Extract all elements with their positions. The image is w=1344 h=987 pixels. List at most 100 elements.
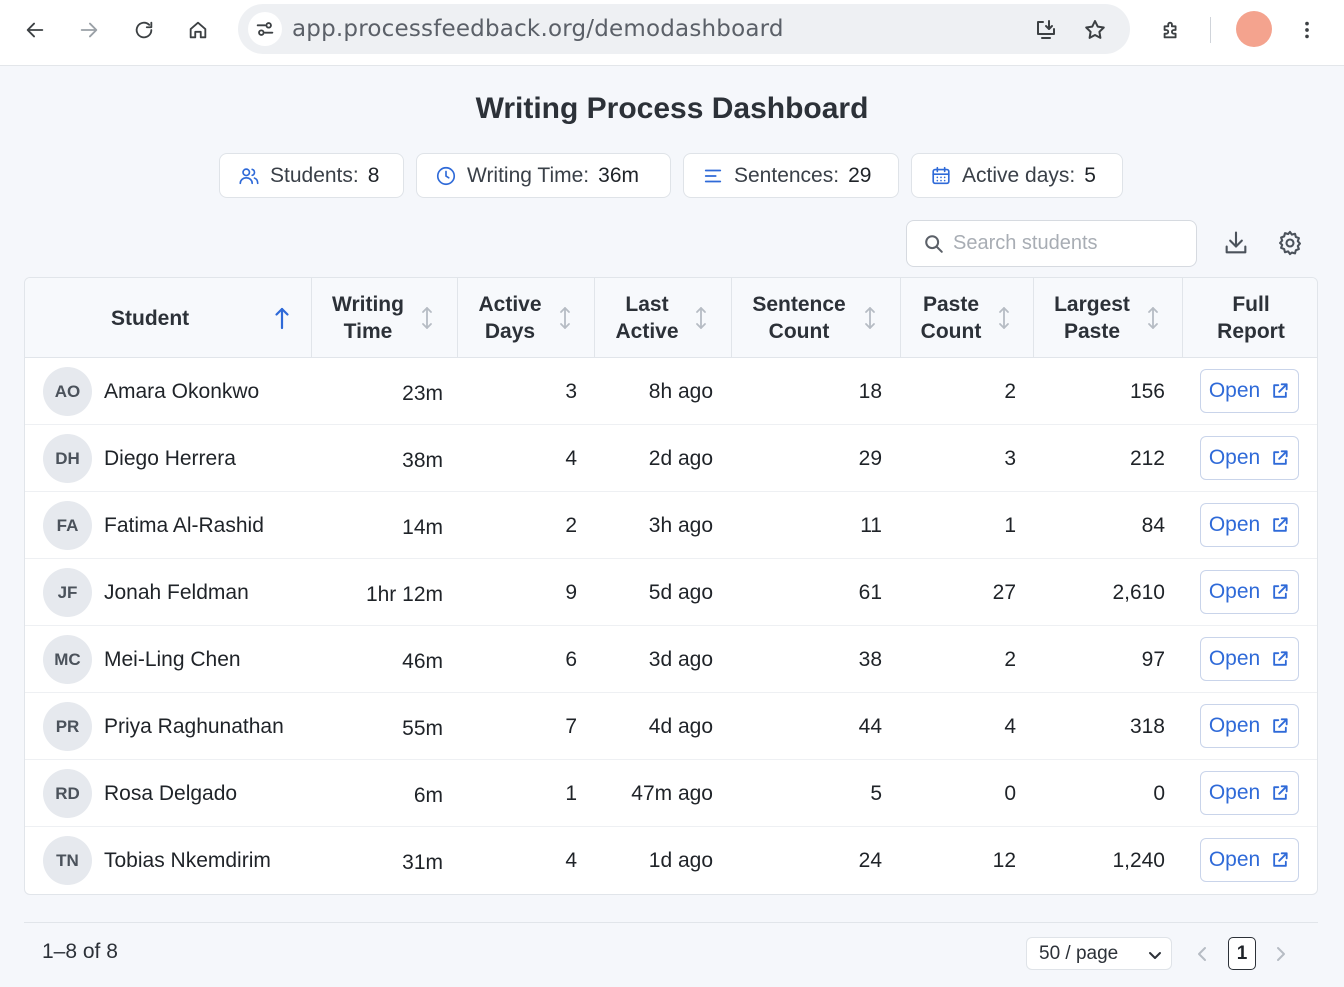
external-link-icon xyxy=(1273,852,1288,867)
column-header-active-days[interactable]: Active Days xyxy=(458,278,595,358)
arrow-right-icon xyxy=(80,22,98,38)
download-button[interactable] xyxy=(1219,226,1253,260)
profile-avatar[interactable] xyxy=(1236,11,1272,47)
cell-writing-time: 31m xyxy=(402,850,443,874)
open-report-button[interactable]: Open xyxy=(1200,838,1299,882)
cell-last-active: 3h ago xyxy=(648,513,713,537)
cell-active-days: 1 xyxy=(565,781,577,805)
page-title: Writing Process Dashboard xyxy=(475,92,869,125)
cell-last-active: 47m ago xyxy=(631,781,713,805)
column-label: Student xyxy=(111,307,190,330)
cell-sentence-count: 61 xyxy=(858,580,882,604)
student-name: Diego Herrera xyxy=(104,446,236,470)
column-header-last-active[interactable]: Last Active xyxy=(595,278,732,358)
open-report-button[interactable]: Open xyxy=(1200,369,1299,413)
settings-button[interactable] xyxy=(1273,226,1307,260)
stat-sentences: Sentences: 29 xyxy=(683,153,899,198)
extensions-button[interactable] xyxy=(1155,14,1187,46)
cell-paste-count: 4 xyxy=(1004,714,1016,738)
open-report-button[interactable]: Open xyxy=(1200,771,1299,815)
open-report-button[interactable]: Open xyxy=(1200,570,1299,614)
open-label: Open xyxy=(1208,513,1261,536)
tune-icon xyxy=(256,22,274,36)
page-size-select[interactable]: 50 / page xyxy=(1026,937,1172,970)
sort-icon xyxy=(693,305,709,331)
sort-ascending-icon xyxy=(274,305,290,331)
cell-sentence-count: 11 xyxy=(860,513,882,537)
open-label: Open xyxy=(1208,848,1261,871)
users-icon xyxy=(239,167,259,184)
avatar: AO xyxy=(43,367,92,416)
column-label-line1: Writing xyxy=(332,293,404,316)
prev-page-button[interactable] xyxy=(1186,937,1220,970)
bookmark-button[interactable] xyxy=(1081,16,1109,44)
cell-largest-paste: 1,240 xyxy=(1112,848,1165,872)
install-app-button[interactable] xyxy=(1032,16,1060,44)
avatar: FA xyxy=(43,501,92,550)
cell-writing-time: 6m xyxy=(413,783,443,807)
column-header-paste-count[interactable]: Paste Count xyxy=(901,278,1034,358)
cell-active-days: 4 xyxy=(565,446,577,470)
table-row: RD Rosa Delgado 6m 1 47m ago 5 0 0 Open xyxy=(25,760,1317,827)
external-link-icon xyxy=(1273,651,1288,666)
column-label: Active Days xyxy=(458,291,562,345)
students-table: Student Writing Time Active Days Last Activ… xyxy=(24,277,1318,895)
site-info-button[interactable] xyxy=(248,12,282,46)
cell-paste-count: 1 xyxy=(1004,513,1016,537)
cell-active-days: 6 xyxy=(565,647,577,671)
cell-sentence-count: 38 xyxy=(858,647,882,671)
external-link-icon xyxy=(1273,383,1288,398)
table-row: PR Priya Raghunathan 55m 7 4d ago 44 4 318 Open xyxy=(25,693,1317,760)
chevron-left-icon xyxy=(1198,946,1206,961)
cell-writing-time: 1hr 12m xyxy=(365,582,443,606)
column-header-writing-time[interactable]: Writing Time xyxy=(312,278,458,358)
cell-paste-count: 2 xyxy=(1004,379,1016,403)
cell-writing-time: 23m xyxy=(402,381,443,405)
open-report-button[interactable]: Open xyxy=(1200,704,1299,748)
cell-active-days: 7 xyxy=(565,714,577,738)
column-header-largest-paste[interactable]: Largest Paste xyxy=(1034,278,1183,358)
table-row: MC Mei-Ling Chen 46m 6 3d ago 38 2 97 Open xyxy=(25,626,1317,693)
avatar: JF xyxy=(43,568,92,617)
reload-button[interactable] xyxy=(128,14,160,46)
open-label: Open xyxy=(1208,446,1261,469)
column-header-student[interactable]: Student xyxy=(25,278,312,358)
cell-paste-count: 3 xyxy=(1004,446,1016,470)
column-header-sentence-count[interactable]: Sentence Count xyxy=(732,278,901,358)
student-name: Fatima Al-Rashid xyxy=(104,513,264,537)
column-label-line1: Last xyxy=(625,293,669,316)
browser-menu-button[interactable] xyxy=(1291,14,1323,46)
open-report-button[interactable]: Open xyxy=(1200,503,1299,547)
open-report-button[interactable]: Open xyxy=(1200,436,1299,480)
column-label-line1: Active xyxy=(478,293,542,316)
download-icon xyxy=(1225,231,1247,254)
column-label-line2: Count xyxy=(768,320,830,343)
cell-last-active: 5d ago xyxy=(648,580,713,604)
student-name: Tobias Nkemdirim xyxy=(104,848,271,872)
column-label-line2: Time xyxy=(343,320,393,343)
home-button[interactable] xyxy=(182,14,214,46)
column-label-line1: Paste xyxy=(922,293,980,316)
column-label-line1: Sentence xyxy=(752,293,846,316)
stat-value: 36m xyxy=(598,163,639,187)
back-button[interactable] xyxy=(19,14,51,46)
student-name: Rosa Delgado xyxy=(104,781,238,805)
table-row: TN Tobias Nkemdirim 31m 4 1d ago 24 12 1,240 Ope… xyxy=(25,827,1317,894)
arrow-left-icon xyxy=(26,22,44,38)
search-input[interactable] xyxy=(953,232,1183,255)
install-icon xyxy=(1037,20,1055,39)
address-bar[interactable]: app.processfeedback.org/demodashboard xyxy=(238,4,1130,54)
forward-button[interactable] xyxy=(73,14,105,46)
search-box[interactable] xyxy=(906,220,1197,267)
next-page-button[interactable] xyxy=(1263,937,1297,970)
cell-largest-paste: 84 xyxy=(1141,513,1165,537)
sort-icon xyxy=(419,305,435,331)
avatar: DH xyxy=(43,434,92,483)
pagination-range: 1–8 of 8 xyxy=(42,940,118,963)
column-label-line2: Active xyxy=(615,320,679,343)
open-report-button[interactable]: Open xyxy=(1200,637,1299,681)
column-header-full-report: Full Report xyxy=(1183,278,1317,358)
table-header: Student Writing Time Active Days Last Activ… xyxy=(25,278,1317,358)
cell-sentence-count: 24 xyxy=(858,848,882,872)
page-number-button[interactable]: 1 xyxy=(1228,937,1256,970)
